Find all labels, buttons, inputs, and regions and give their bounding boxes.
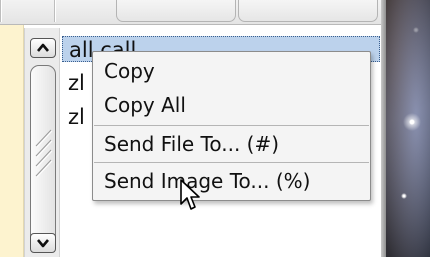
column-header [0, 0, 386, 25]
header-tab[interactable] [116, 0, 236, 22]
vertical-scrollbar[interactable] [24, 28, 60, 257]
menu-separator [94, 162, 369, 163]
menu-separator [94, 125, 369, 126]
menu-item-copy-all[interactable]: Copy All [93, 88, 370, 122]
left-panel-strip [0, 0, 24, 257]
header-tab[interactable] [238, 0, 378, 22]
context-menu: Copy Copy All Send File To... (#) Send I… [92, 51, 371, 201]
space-image [386, 0, 430, 257]
menu-item-send-file[interactable]: Send File To... (#) [93, 127, 370, 161]
app-window: all call zl zl Copy Copy All Send File T… [0, 0, 430, 257]
chevron-up-icon [37, 43, 49, 52]
scroll-up-button[interactable] [30, 38, 56, 58]
mouse-pointer-icon [180, 179, 200, 210]
header-divider [0, 0, 2, 22]
header-divider [54, 0, 56, 22]
scroll-thumb[interactable] [30, 65, 56, 247]
menu-item-copy[interactable]: Copy [93, 54, 370, 88]
chevron-down-icon [37, 239, 49, 248]
menu-item-send-image[interactable]: Send Image To... (%) [93, 164, 370, 198]
grip-icon [35, 129, 53, 178]
scroll-down-button[interactable] [30, 233, 56, 253]
